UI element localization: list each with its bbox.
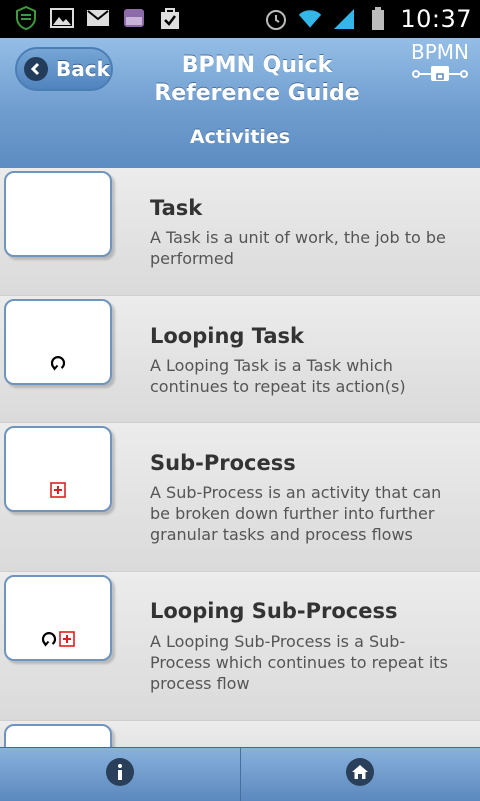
page-title: BPMN Quick Reference Guide — [122, 52, 392, 108]
wifi-icon — [298, 7, 322, 31]
loop-icon — [41, 631, 57, 651]
list-item[interactable]: Looping Sub-Process A Looping Sub-Proces… — [0, 572, 480, 721]
bottom-navbar — [0, 747, 480, 801]
battery-icon — [366, 7, 390, 31]
list-item[interactable]: Sub-Process A Sub-Process is an activity… — [0, 423, 480, 572]
activity-list: Task A Task is a unit of work, the job t… — [0, 168, 480, 747]
chevron-left-icon — [24, 57, 48, 81]
logo-text: BPMN — [406, 42, 474, 62]
expand-plus-icon — [59, 631, 75, 651]
looping-sub-process-shape-thumbnail — [4, 575, 112, 661]
status-time: 10:37 — [400, 5, 472, 33]
list-item[interactable]: Looping Task A Looping Task is a Task wh… — [0, 296, 480, 423]
looping-task-shape-thumbnail — [4, 299, 112, 385]
image-icon — [50, 6, 74, 30]
expand-plus-icon — [50, 482, 66, 502]
info-icon — [106, 758, 134, 786]
item-description: A Sub-Process is an activity that can be… — [150, 482, 460, 545]
back-button[interactable]: Back — [15, 47, 113, 91]
back-label: Back — [56, 57, 110, 81]
status-bar: 10:37 — [0, 0, 480, 38]
item-title: Looping Task — [150, 324, 304, 348]
task-shape-thumbnail — [4, 171, 112, 257]
list-item[interactable]: Task A Task is a unit of work, the job t… — [0, 168, 480, 296]
shield-icon — [14, 6, 38, 30]
item-title: Sub-Process — [150, 451, 296, 475]
info-button[interactable] — [0, 748, 240, 801]
signal-icon — [332, 7, 356, 31]
home-button[interactable] — [240, 748, 480, 801]
alarm-icon — [264, 7, 288, 31]
list-item[interactable] — [0, 721, 480, 747]
item-description: A Looping Sub-Process is a Sub-Process w… — [150, 631, 460, 694]
logo-graphic-icon — [406, 62, 474, 84]
checkbag-icon — [158, 6, 182, 30]
loop-icon — [50, 355, 66, 375]
bpmn-logo: BPMN — [406, 42, 474, 86]
item-title: Task — [150, 196, 202, 220]
app-header: Back BPMN Quick Reference Guide BPMN Act… — [0, 38, 480, 169]
gmail-icon — [86, 6, 110, 30]
drawer-icon — [122, 6, 146, 30]
item-title: Looping Sub-Process — [150, 599, 397, 623]
item-description: A Looping Task is a Task which continues… — [150, 355, 460, 397]
home-icon — [346, 758, 374, 786]
section-subtitle: Activities — [0, 126, 480, 148]
sub-process-shape-thumbnail — [4, 426, 112, 512]
item-description: A Task is a unit of work, the job to be … — [150, 227, 460, 269]
next-shape-thumbnail — [4, 724, 112, 747]
